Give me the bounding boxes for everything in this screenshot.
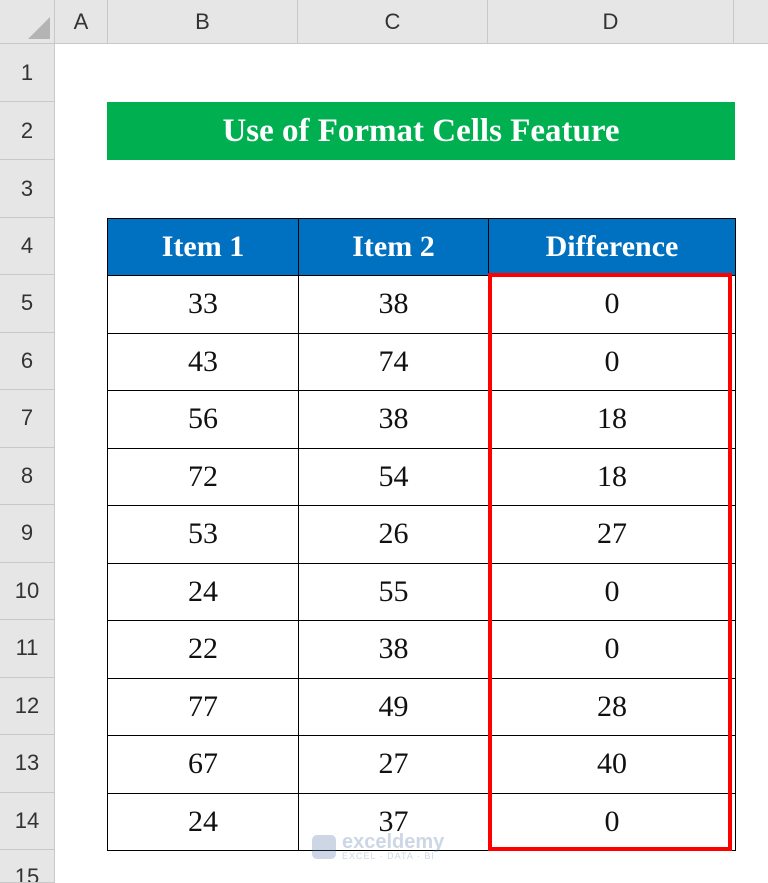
row-header-15-label: 15 <box>14 864 40 883</box>
cell-difference[interactable]: 0 <box>488 275 736 334</box>
select-all-triangle-icon <box>28 17 50 39</box>
cell-difference[interactable]: 18 <box>488 390 736 449</box>
cell-item-2[interactable]: 38 <box>298 275 489 334</box>
cell-difference[interactable]: 0 <box>488 620 736 679</box>
cell-item-2[interactable]: 38 <box>298 390 489 449</box>
column-header-b[interactable]: B <box>108 0 298 44</box>
cell-item-2[interactable]: 54 <box>298 447 489 506</box>
row-header-1[interactable]: 1 <box>0 44 55 102</box>
table-row: 72 54 18 <box>107 447 736 506</box>
column-header-c[interactable]: C <box>298 0 488 44</box>
cell-difference[interactable]: 27 <box>488 505 736 564</box>
cell-difference[interactable]: 18 <box>488 447 736 506</box>
cell-item-2[interactable]: 27 <box>298 735 489 794</box>
spreadsheet: A B C D 1 2 3 4 5 6 7 8 9 10 11 12 13 14… <box>0 0 768 883</box>
header-difference[interactable]: Difference <box>488 218 736 276</box>
sheet-title: Use of Format Cells Feature <box>107 102 735 160</box>
watermark-text: exceldemy EXCEL · DATA · BI <box>342 831 445 861</box>
cell-item-2[interactable]: 26 <box>298 505 489 564</box>
row-header-9[interactable]: 9 <box>0 505 55 563</box>
watermark-name: exceldemy <box>342 831 445 853</box>
data-table: Item 1 Item 2 Difference 33 38 0 43 74 0 56 3… <box>107 218 736 851</box>
cell-item-1[interactable]: 24 <box>107 562 299 621</box>
cell-difference[interactable]: 0 <box>488 332 736 391</box>
table-row: 53 26 27 <box>107 505 736 564</box>
row-header-7[interactable]: 7 <box>0 390 55 448</box>
cell-item-1[interactable]: 22 <box>107 620 299 679</box>
cell-item-2[interactable]: 38 <box>298 620 489 679</box>
row-header-14[interactable]: 14 <box>0 792 55 850</box>
table-row: 43 74 0 <box>107 332 736 391</box>
table-row: 67 27 40 <box>107 735 736 794</box>
cell-difference[interactable]: 40 <box>488 735 736 794</box>
cell-item-2[interactable]: 55 <box>298 562 489 621</box>
row-header-5[interactable]: 5 <box>0 275 55 333</box>
cell-item-1[interactable]: 72 <box>107 447 299 506</box>
table-row: 56 38 18 <box>107 390 736 449</box>
cell-item-2[interactable]: 49 <box>298 677 489 736</box>
cell-difference[interactable]: 28 <box>488 677 736 736</box>
cell-item-1[interactable]: 24 <box>107 792 299 851</box>
row-header-6[interactable]: 6 <box>0 332 55 390</box>
row-header-13[interactable]: 13 <box>0 735 55 793</box>
row-header-8[interactable]: 8 <box>0 447 55 505</box>
cell-item-2[interactable]: 74 <box>298 332 489 391</box>
table-row: 77 49 28 <box>107 677 736 736</box>
select-all-corner[interactable] <box>0 0 55 44</box>
row-header-2[interactable]: 2 <box>0 102 55 160</box>
cell-difference[interactable]: 0 <box>488 792 736 851</box>
row-header-4[interactable]: 4 <box>0 218 55 275</box>
cell-item-1[interactable]: 56 <box>107 390 299 449</box>
cell-item-1[interactable]: 33 <box>107 275 299 334</box>
table-header-row: Item 1 Item 2 Difference <box>107 218 736 276</box>
exceldemy-logo-icon <box>312 835 336 859</box>
row-header-12[interactable]: 12 <box>0 677 55 735</box>
column-header-e[interactable] <box>734 0 768 44</box>
row-header-3[interactable]: 3 <box>0 160 55 218</box>
table-row: 24 55 0 <box>107 562 736 621</box>
exceldemy-watermark: exceldemy EXCEL · DATA · BI <box>312 831 445 861</box>
cell-difference[interactable]: 0 <box>488 562 736 621</box>
header-item-1[interactable]: Item 1 <box>107 218 299 276</box>
cell-item-1[interactable]: 67 <box>107 735 299 794</box>
row-header-10[interactable]: 10 <box>0 562 55 620</box>
header-item-2[interactable]: Item 2 <box>298 218 489 276</box>
column-header-a[interactable]: A <box>55 0 108 44</box>
table-row: 33 38 0 <box>107 275 736 334</box>
table-row: 22 38 0 <box>107 620 736 679</box>
cell-item-1[interactable]: 77 <box>107 677 299 736</box>
column-header-d[interactable]: D <box>488 0 734 44</box>
cell-item-1[interactable]: 43 <box>107 332 299 391</box>
row-header-11[interactable]: 11 <box>0 620 55 678</box>
watermark-tagline: EXCEL · DATA · BI <box>342 851 435 861</box>
cell-item-1[interactable]: 53 <box>107 505 299 564</box>
row-header-15[interactable]: 15 <box>0 850 55 883</box>
